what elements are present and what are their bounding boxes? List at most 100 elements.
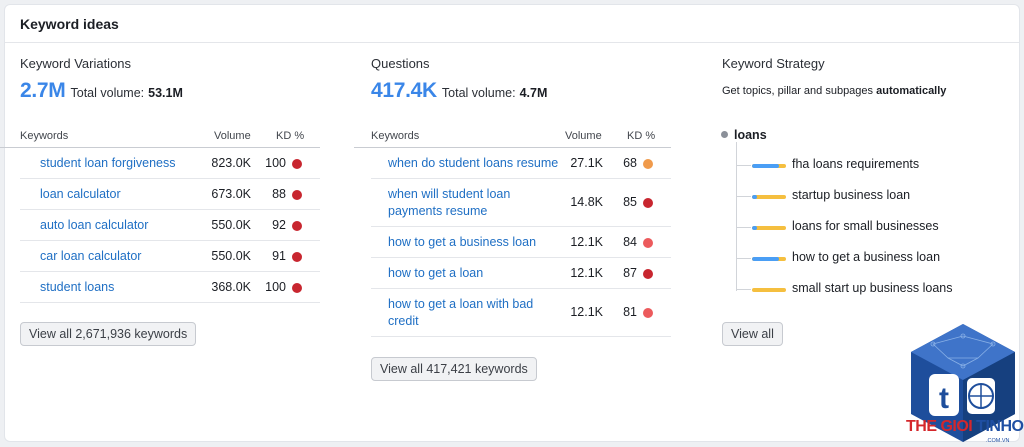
table-row: how to get a loan with bad credit 12.1K 81 bbox=[371, 289, 671, 337]
table-row: how to get a business loan 12.1K 84 bbox=[371, 227, 671, 258]
keyword-link[interactable]: when do student loans resume bbox=[388, 155, 558, 172]
col-keywords: Keywords bbox=[20, 130, 69, 142]
panel-title: Questions bbox=[371, 56, 430, 71]
questions-count[interactable]: 417.4K bbox=[371, 79, 437, 103]
keyword-line-1: when will student loan bbox=[388, 187, 511, 201]
col-volume: Volume bbox=[214, 130, 251, 142]
kd-value: 84 bbox=[623, 235, 637, 249]
keyword-strategy-panel: Keyword Strategy Get topics, pillar and … bbox=[722, 56, 1012, 97]
intent-bar bbox=[752, 257, 786, 261]
table-row: auto loan calculator 550.0K 92 bbox=[20, 210, 320, 241]
strategy-subtitle: Get topics, pillar and subpages automati… bbox=[722, 85, 1012, 97]
keyword-line-2: payments resume bbox=[388, 204, 488, 218]
view-all-strategy-button[interactable]: View all bbox=[722, 322, 783, 346]
keyword-link[interactable]: how to get a loan bbox=[388, 265, 483, 282]
tree-root-label[interactable]: loans bbox=[734, 128, 767, 142]
table-header: Keywords Volume KD % bbox=[0, 123, 320, 148]
kd-difficulty-dot bbox=[292, 221, 302, 231]
leaf-label: fha loans requirements bbox=[792, 157, 920, 171]
svg-text:t: t bbox=[939, 382, 949, 415]
kd-value: 100 bbox=[265, 280, 286, 294]
tree-root-dot bbox=[721, 131, 728, 138]
volume-value: 12.1K bbox=[570, 266, 603, 280]
subtitle-text: Get topics, pillar and subpages bbox=[722, 85, 874, 97]
volume-value: 823.0K bbox=[211, 156, 251, 170]
kd-value: 88 bbox=[272, 187, 286, 201]
keyword-link[interactable]: student loan forgiveness bbox=[40, 155, 176, 172]
tree-connector bbox=[736, 258, 751, 259]
leaf-label: startup business loan bbox=[792, 188, 911, 202]
intent-bar bbox=[752, 195, 786, 199]
volume-value: 673.0K bbox=[211, 187, 251, 201]
total-volume-value: 53.1M bbox=[148, 86, 183, 100]
total-volume-label: Total volume: bbox=[70, 86, 145, 100]
brand-red: THE GIOI bbox=[906, 418, 977, 435]
total-volume-label: Total volume: bbox=[441, 86, 516, 100]
keyword-line-2: credit bbox=[388, 314, 419, 328]
kd-difficulty-dot bbox=[292, 190, 302, 200]
variations-count[interactable]: 2.7M bbox=[20, 79, 66, 103]
volume-value: 12.1K bbox=[570, 305, 603, 319]
table-row: how to get a loan 12.1K 87 bbox=[371, 258, 671, 289]
kd-difficulty-dot bbox=[292, 252, 302, 262]
watermark-domain: .COM.VN bbox=[986, 438, 1010, 444]
leaf-label: how to get a business loan bbox=[792, 250, 941, 264]
table-row: car loan calculator 550.0K 91 bbox=[20, 241, 320, 272]
watermark-brand: THE GIOI TINHOC bbox=[906, 418, 1024, 436]
volume-value: 368.0K bbox=[211, 280, 251, 294]
keyword-line-1: how to get a loan with bad bbox=[388, 297, 534, 311]
table-row: student loans 368.0K 100 bbox=[20, 272, 320, 303]
panel-title: Keyword Strategy bbox=[722, 56, 825, 71]
keyword-link[interactable]: how to get a business loan bbox=[388, 234, 536, 251]
keyword-link[interactable]: student loans bbox=[40, 279, 114, 296]
kd-difficulty-dot bbox=[643, 159, 653, 169]
tree-connector bbox=[736, 227, 751, 228]
volume-value: 550.0K bbox=[211, 249, 251, 263]
tree-connector bbox=[736, 196, 751, 197]
kd-value: 85 bbox=[623, 195, 637, 209]
brand-blue: TINHOC bbox=[976, 418, 1024, 435]
panel-title: Keyword Variations bbox=[20, 56, 132, 71]
volume-value: 14.8K bbox=[570, 195, 603, 209]
table-row: when do student loans resume 27.1K 68 bbox=[371, 148, 671, 179]
keyword-variations-panel: Keyword Variations 2.7M Total volume: 53… bbox=[0, 56, 320, 303]
col-kd: KD % bbox=[627, 130, 656, 142]
keyword-link[interactable]: loan calculator bbox=[40, 186, 121, 203]
keyword-link[interactable]: how to get a loan with bad credit bbox=[388, 296, 533, 330]
view-all-variations-button[interactable]: View all 2,671,936 keywords bbox=[20, 322, 197, 346]
kd-value: 92 bbox=[272, 218, 286, 232]
tree-connector bbox=[736, 289, 751, 290]
card-header: Keyword ideas bbox=[5, 5, 1019, 43]
kd-difficulty-dot bbox=[643, 308, 653, 318]
subtitle-bold: automatically bbox=[876, 85, 947, 97]
questions-panel: Questions 417.4K Total volume: 4.7M Keyw… bbox=[354, 56, 671, 337]
col-kd: KD % bbox=[276, 130, 305, 142]
table-row: when will student loan payments resume 14.… bbox=[371, 179, 671, 227]
kd-value: 100 bbox=[265, 156, 286, 170]
kd-value: 81 bbox=[623, 305, 637, 319]
col-volume: Volume bbox=[565, 130, 602, 142]
intent-bar bbox=[752, 164, 786, 168]
keyword-link[interactable]: auto loan calculator bbox=[40, 217, 148, 234]
kd-value: 91 bbox=[272, 249, 286, 263]
kd-value: 68 bbox=[623, 156, 637, 170]
table-header: Keywords Volume KD % bbox=[354, 123, 671, 148]
total-volume-value: 4.7M bbox=[519, 86, 548, 100]
table-row: loan calculator 673.0K 88 bbox=[20, 179, 320, 210]
kd-difficulty-dot bbox=[643, 238, 653, 248]
volume-value: 12.1K bbox=[570, 235, 603, 249]
kd-difficulty-dot bbox=[643, 198, 653, 208]
leaf-label: loans for small businesses bbox=[792, 219, 939, 233]
volume-value: 27.1K bbox=[570, 156, 603, 170]
leaf-label: small start up business loans bbox=[792, 281, 953, 295]
kd-difficulty-dot bbox=[292, 159, 302, 169]
kd-difficulty-dot bbox=[643, 269, 653, 279]
view-all-questions-button[interactable]: View all 417,421 keywords bbox=[371, 357, 537, 381]
table-row: student loan forgiveness 823.0K 100 bbox=[20, 148, 320, 179]
keyword-link[interactable]: car loan calculator bbox=[40, 248, 141, 265]
card-title: Keyword ideas bbox=[20, 16, 119, 32]
col-keywords: Keywords bbox=[371, 130, 420, 142]
keyword-link[interactable]: when will student loan payments resume bbox=[388, 186, 510, 220]
tree-connector bbox=[736, 165, 751, 166]
intent-bar bbox=[752, 288, 786, 292]
